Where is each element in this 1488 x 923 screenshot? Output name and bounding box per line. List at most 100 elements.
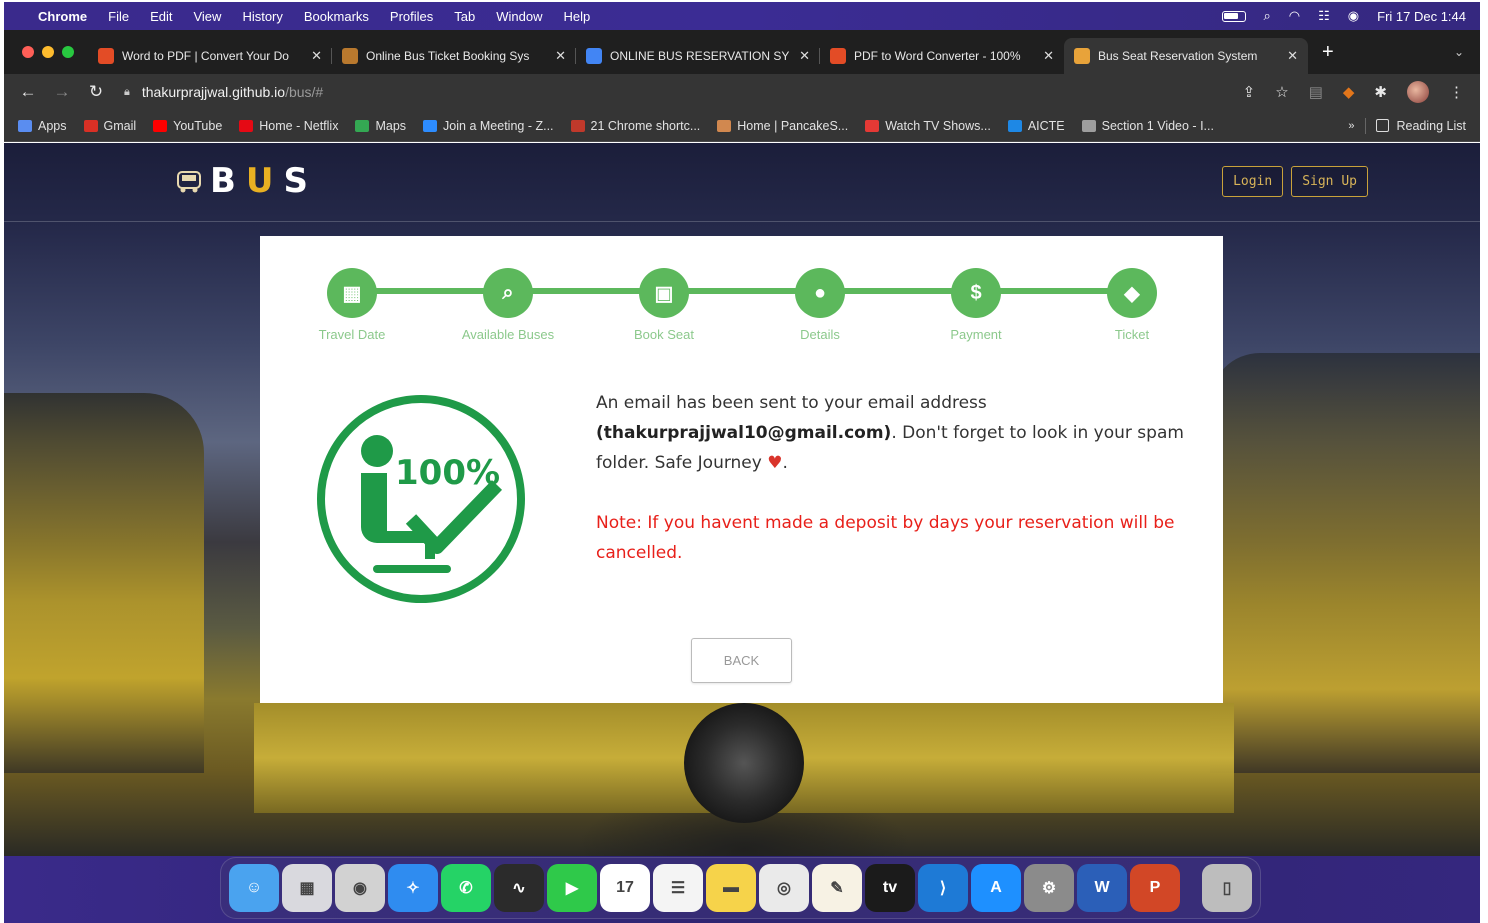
menu-history[interactable]: History xyxy=(242,9,282,24)
finder-icon[interactable]: ☺ xyxy=(229,864,279,912)
whatsapp-icon[interactable]: ✆ xyxy=(441,864,491,912)
message-end: . xyxy=(782,453,788,473)
zoom-window-button[interactable] xyxy=(62,46,74,58)
launchpad-icon[interactable]: ▦ xyxy=(282,864,332,912)
reading-list-label: Reading List xyxy=(1396,118,1467,133)
extension-icon[interactable]: ▤ xyxy=(1309,83,1323,101)
bookmark-label: Home - Netflix xyxy=(259,118,339,133)
back-arrow-icon[interactable]: ← xyxy=(18,82,38,102)
bookmark-maps[interactable]: Maps xyxy=(355,119,406,133)
app-store-icon[interactable]: A xyxy=(971,864,1021,912)
bookmark-zoom[interactable]: Join a Meeting - Z... xyxy=(423,119,554,133)
more-bookmarks-chevron-icon[interactable]: » xyxy=(1348,120,1354,132)
browser-tab[interactable]: ONLINE BUS RESERVATION SY ✕ xyxy=(576,38,820,74)
close-tab-icon[interactable]: ✕ xyxy=(555,48,566,64)
control-center-icon[interactable]: ☷ xyxy=(1318,8,1330,24)
extensions-puzzle-icon[interactable]: ✱ xyxy=(1374,83,1387,101)
browser-tab[interactable]: PDF to Word Converter - 100% ✕ xyxy=(820,38,1064,74)
bookmark-chrome-shortcuts[interactable]: 21 Chrome shortc... xyxy=(570,118,701,133)
reading-list-button[interactable]: Reading List xyxy=(1375,118,1467,133)
metamask-extension-icon[interactable]: ◆ xyxy=(1343,83,1355,101)
activity-monitor-icon[interactable]: ∿ xyxy=(494,864,544,912)
step-ticket[interactable]: ◆ Ticket xyxy=(1072,268,1192,342)
menu-file[interactable]: File xyxy=(108,9,129,24)
step-travel-date[interactable]: ▦ Travel Date xyxy=(292,268,412,342)
menu-window[interactable]: Window xyxy=(496,9,542,24)
step-label: Travel Date xyxy=(318,327,386,342)
screenshot-icon[interactable]: ◉ xyxy=(335,864,385,912)
site-logo-text: BUS xyxy=(210,161,318,201)
trash-icon[interactable]: ▯ xyxy=(1202,864,1252,912)
bookmark-apps[interactable]: Apps xyxy=(18,119,67,133)
step-book-seat[interactable]: ▣ Book Seat xyxy=(604,268,724,342)
close-tab-icon[interactable]: ✕ xyxy=(799,48,810,64)
chrome-icon[interactable]: ◎ xyxy=(759,864,809,912)
bookmark-watch-tv[interactable]: Watch TV Shows... xyxy=(865,119,991,133)
close-window-button[interactable] xyxy=(22,46,34,58)
reminders-icon[interactable]: ☰ xyxy=(653,864,703,912)
menu-view[interactable]: View xyxy=(193,9,221,24)
back-button[interactable]: BACK xyxy=(691,638,792,683)
apple-tv-icon[interactable]: tv xyxy=(865,864,915,912)
browser-tab-strip: Word to PDF | Convert Your Do ✕ Online B… xyxy=(4,30,1480,74)
word-icon[interactable]: W xyxy=(1077,864,1127,912)
bookmark-aicte[interactable]: AICTE xyxy=(1007,119,1065,133)
browser-tab-active[interactable]: Bus Seat Reservation System ✕ xyxy=(1064,38,1308,74)
background-wheel xyxy=(684,703,804,823)
bookmark-star-icon[interactable]: ☆ xyxy=(1275,83,1288,101)
chrome-menu-icon[interactable]: ⋮ xyxy=(1449,83,1464,101)
login-button[interactable]: Login xyxy=(1222,166,1284,197)
lock-icon[interactable]: 🔒︎ xyxy=(124,86,130,99)
vscode-icon[interactable]: ⟩ xyxy=(918,864,968,912)
spotlight-search-icon[interactable]: ⌕ xyxy=(1264,8,1271,24)
menubar-datetime[interactable]: Fri 17 Dec 1:44 xyxy=(1377,9,1466,24)
step-payment[interactable]: $ Payment xyxy=(916,268,1036,342)
share-icon[interactable]: ⇪ xyxy=(1243,83,1256,101)
profile-avatar[interactable] xyxy=(1407,81,1429,103)
new-tab-button[interactable]: + xyxy=(1322,41,1334,64)
close-tab-icon[interactable]: ✕ xyxy=(311,48,322,64)
battery-icon[interactable] xyxy=(1221,10,1246,22)
minimize-window-button[interactable] xyxy=(42,46,54,58)
facetime-icon[interactable]: ▶ xyxy=(547,864,597,912)
close-tab-icon[interactable]: ✕ xyxy=(1287,48,1298,64)
reload-icon[interactable]: ↻ xyxy=(86,82,106,102)
bookmark-youtube[interactable]: YouTube xyxy=(153,119,222,133)
menu-tab[interactable]: Tab xyxy=(454,9,475,24)
forward-arrow-icon[interactable]: → xyxy=(52,82,72,102)
menu-help[interactable]: Help xyxy=(564,9,591,24)
bookmark-label: 21 Chrome shortc... xyxy=(590,118,701,133)
bookmark-section-video[interactable]: Section 1 Video - I... xyxy=(1081,119,1214,133)
notes-icon[interactable]: ▬ xyxy=(706,864,756,912)
menu-edit[interactable]: Edit xyxy=(150,9,172,24)
pages-icon[interactable]: ✎ xyxy=(812,864,862,912)
menu-app-chrome[interactable]: Chrome xyxy=(38,9,87,24)
step-details[interactable]: ● Details xyxy=(760,268,880,342)
bookmark-netflix[interactable]: Home - Netflix xyxy=(239,119,338,133)
bus-logo-icon xyxy=(177,171,201,193)
powerpoint-icon[interactable]: P xyxy=(1130,864,1180,912)
tab-search-chevron-icon[interactable]: ⌄ xyxy=(1454,45,1464,59)
message-line1: An email has been sent to your email add… xyxy=(596,393,987,413)
bookmark-label: Home | PancakeS... xyxy=(737,118,849,133)
video-icon xyxy=(1081,119,1096,132)
step-label: Payment xyxy=(950,327,1002,342)
calendar-icon[interactable]: 17 xyxy=(600,864,650,912)
site-logo[interactable]: BUS xyxy=(174,161,318,201)
step-available-buses[interactable]: ⌕ Available Buses xyxy=(448,268,568,342)
url-bar[interactable]: 🔒︎ thakurprajjwal.github.io/bus/# xyxy=(124,84,1243,100)
close-tab-icon[interactable]: ✕ xyxy=(1043,48,1054,64)
siri-icon[interactable]: ◉ xyxy=(1348,8,1359,24)
signup-button[interactable]: Sign Up xyxy=(1291,166,1368,197)
browser-tab[interactable]: Online Bus Ticket Booking Sys ✕ xyxy=(332,38,576,74)
browser-tab[interactable]: Word to PDF | Convert Your Do ✕ xyxy=(88,38,332,74)
system-preferences-icon[interactable]: ⚙ xyxy=(1024,864,1074,912)
menu-bookmarks[interactable]: Bookmarks xyxy=(304,9,369,24)
tab-title: Online Bus Ticket Booking Sys xyxy=(366,49,530,63)
safari-icon[interactable]: ✧ xyxy=(388,864,438,912)
tab-title: Bus Seat Reservation System xyxy=(1098,49,1258,63)
bookmark-gmail[interactable]: Gmail xyxy=(83,119,136,133)
wifi-icon[interactable]: ◠ xyxy=(1289,8,1300,24)
menu-profiles[interactable]: Profiles xyxy=(390,9,433,24)
bookmark-pancakeswap[interactable]: Home | PancakeS... xyxy=(717,119,848,133)
